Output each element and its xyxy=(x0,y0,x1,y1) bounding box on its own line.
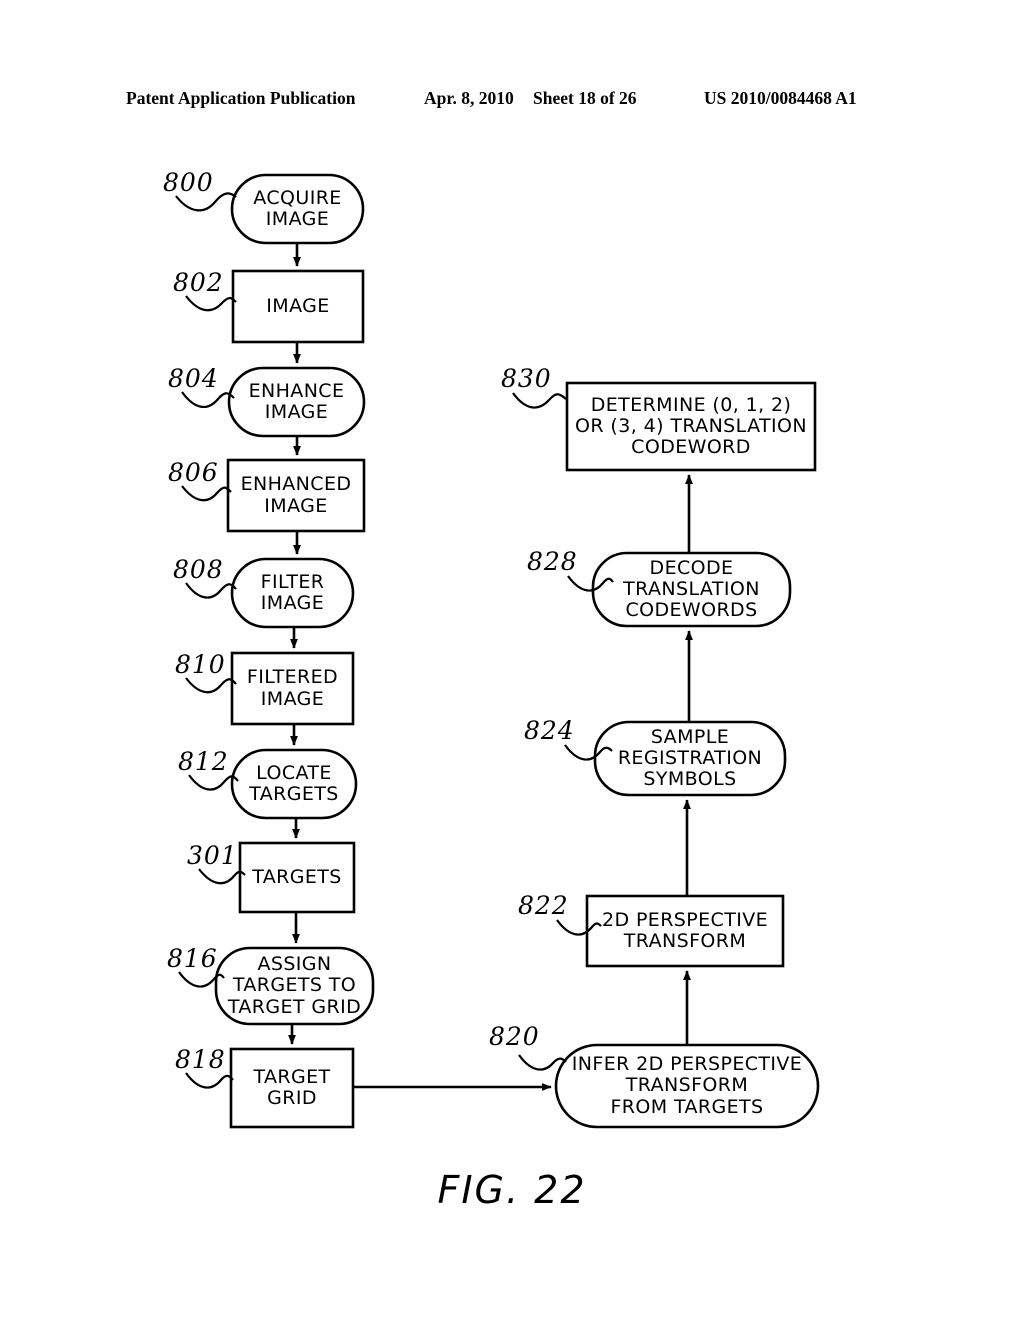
node-shape-812 xyxy=(230,748,358,820)
reference-numeral-802: 802 xyxy=(173,268,224,297)
node-shape-806 xyxy=(226,458,366,533)
node-shape-810 xyxy=(230,651,355,726)
node-shape-802 xyxy=(231,269,365,344)
node-shape-804 xyxy=(227,366,366,438)
reference-numeral-804: 804 xyxy=(168,364,219,393)
reference-numeral-806: 806 xyxy=(168,458,219,487)
reference-numeral-828: 828 xyxy=(527,547,578,576)
node-shape-830 xyxy=(565,381,817,472)
patent-figure-page: Patent Application Publication Apr. 8, 2… xyxy=(0,0,1024,1320)
leader-808 xyxy=(185,582,237,599)
leader-802 xyxy=(185,295,237,312)
figure-caption: FIG. 22 xyxy=(437,1168,587,1212)
leader-806 xyxy=(181,485,232,502)
node-shape-820 xyxy=(554,1043,820,1129)
reference-numeral-808: 808 xyxy=(173,555,224,584)
reference-numeral-818: 818 xyxy=(175,1045,226,1074)
reference-numeral-830: 830 xyxy=(501,364,552,393)
leader-818 xyxy=(185,1072,234,1089)
leader-301 xyxy=(198,868,246,885)
reference-numeral-800: 800 xyxy=(163,168,214,197)
reference-numeral-820: 820 xyxy=(489,1022,540,1051)
node-shape-828 xyxy=(591,551,792,628)
node-shape-301 xyxy=(238,841,356,914)
node-shape-818 xyxy=(229,1047,355,1129)
reference-leader-lines xyxy=(175,192,614,1089)
node-shape-808 xyxy=(230,557,355,629)
leader-812 xyxy=(188,774,239,791)
leader-830 xyxy=(512,392,567,409)
leader-810 xyxy=(185,677,237,694)
leader-804 xyxy=(181,391,235,408)
node-shape-800 xyxy=(230,173,365,245)
node-shape-822 xyxy=(585,894,785,968)
reference-numeral-810: 810 xyxy=(175,650,226,679)
leader-824 xyxy=(564,744,613,761)
reference-numeral-301: 301 xyxy=(187,841,238,870)
node-shape-816 xyxy=(214,946,375,1026)
reference-numeral-822: 822 xyxy=(518,891,569,920)
reference-numeral-816: 816 xyxy=(167,944,218,973)
leader-828 xyxy=(567,575,614,592)
reference-numeral-812: 812 xyxy=(178,747,229,776)
node-shape-824 xyxy=(593,720,787,797)
reference-numeral-824: 824 xyxy=(524,716,575,745)
leader-822 xyxy=(556,919,602,936)
flowchart-vector-layer xyxy=(175,173,820,1129)
flowchart-diagram: ACQUIRE IMAGE IMAGE ENHANCE IMAGE ENHANC… xyxy=(0,0,1024,1320)
